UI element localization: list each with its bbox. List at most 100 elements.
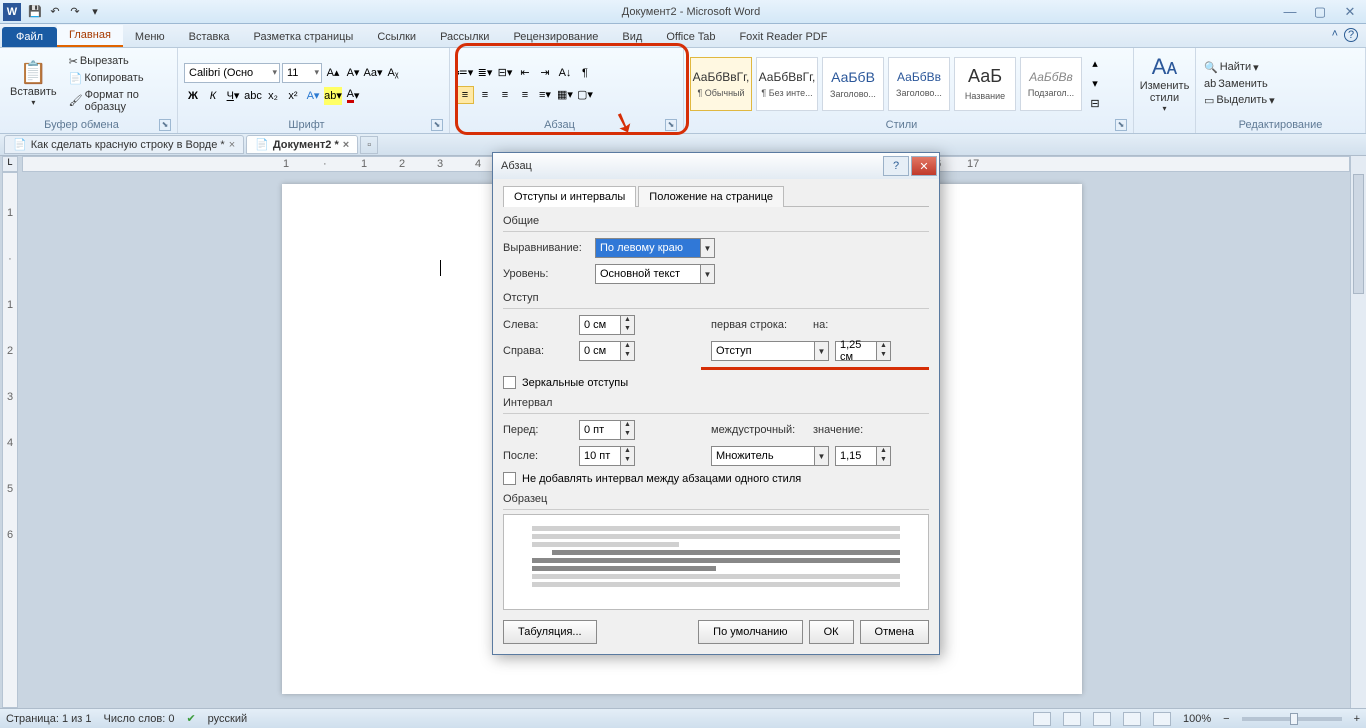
close-tab-icon[interactable]: × [229, 139, 235, 151]
scrollbar-thumb[interactable] [1353, 174, 1364, 294]
alignment-select[interactable]: По левому краю▼ [595, 238, 715, 258]
dialog-title-bar[interactable]: Абзац ? ✕ [493, 153, 939, 179]
line-spacing-select[interactable]: Множитель▼ [711, 446, 829, 466]
first-line-by-input[interactable]: 1,25 см▲▼ [835, 341, 891, 361]
save-icon[interactable]: 💾 [26, 3, 44, 21]
line-spacing-icon[interactable]: ≡▾ [536, 86, 554, 104]
align-center-icon[interactable]: ≡ [476, 86, 494, 104]
language-status[interactable]: русский [208, 713, 247, 725]
borders-icon[interactable]: ▢▾ [576, 86, 594, 104]
tab-mail[interactable]: Рассылки [428, 27, 501, 47]
zoom-level[interactable]: 100% [1183, 713, 1211, 725]
outline-view-icon[interactable] [1123, 712, 1141, 726]
italic-icon[interactable]: К [204, 87, 222, 105]
line-spacing-value-input[interactable]: 1,15▲▼ [835, 446, 891, 466]
align-right-icon[interactable]: ≡ [496, 86, 514, 104]
strike-icon[interactable]: abc [244, 87, 262, 105]
ruler-corner[interactable]: L [2, 156, 18, 172]
styles-more-icon[interactable]: ⊟ [1086, 95, 1104, 113]
style-subtitle[interactable]: АаБбВвПодзагол... [1020, 57, 1082, 111]
tab-view[interactable]: Вид [610, 27, 654, 47]
find-button[interactable]: 🔍Найти ▾ [1202, 60, 1359, 75]
indent-left-input[interactable]: 0 см▲▼ [579, 315, 635, 335]
grow-font-icon[interactable]: A▴ [324, 64, 342, 82]
tab-position[interactable]: Положение на странице [638, 186, 784, 207]
page-status[interactable]: Страница: 1 из 1 [6, 713, 92, 725]
clipboard-dialog-launcher[interactable]: ⬊ [159, 119, 171, 131]
paragraph-dialog-launcher[interactable]: ⬊ [665, 119, 677, 131]
subscript-icon[interactable]: x₂ [264, 87, 282, 105]
decrease-indent-icon[interactable]: ⇤ [516, 64, 534, 82]
maximize-icon[interactable]: ▢ [1308, 4, 1332, 20]
cancel-button[interactable]: Отмена [860, 620, 929, 644]
increase-indent-icon[interactable]: ⇥ [536, 64, 554, 82]
help-icon[interactable]: ? [1344, 28, 1358, 42]
change-styles-button[interactable]: Aᴀ Изменить стили ▾ [1138, 50, 1191, 117]
zoom-slider-knob[interactable] [1290, 713, 1298, 725]
shrink-font-icon[interactable]: A▾ [344, 64, 362, 82]
spell-check-icon[interactable]: ✔ [186, 712, 195, 725]
dialog-help-icon[interactable]: ? [883, 156, 909, 176]
word-count[interactable]: Число слов: 0 [104, 713, 175, 725]
close-icon[interactable]: ✕ [1338, 4, 1362, 20]
bold-icon[interactable]: Ж [184, 87, 202, 105]
vertical-ruler[interactable]: 1·123456 [2, 172, 18, 708]
tab-review[interactable]: Рецензирование [501, 27, 610, 47]
zoom-out-icon[interactable]: − [1223, 713, 1229, 725]
clear-formatting-icon[interactable]: Aᵪ [384, 64, 402, 82]
styles-up-icon[interactable]: ▴ [1086, 55, 1104, 73]
align-left-icon[interactable]: ≡ [456, 86, 474, 104]
no-space-same-style-checkbox[interactable] [503, 472, 516, 485]
copy-button[interactable]: 📄Копировать [67, 71, 173, 86]
highlight-icon[interactable]: ab▾ [324, 87, 342, 105]
print-layout-view-icon[interactable] [1033, 712, 1051, 726]
style-title[interactable]: АаБНазвание [954, 57, 1016, 111]
undo-icon[interactable]: ↶ [46, 3, 64, 21]
styles-dialog-launcher[interactable]: ⬊ [1115, 119, 1127, 131]
document-tab-2[interactable]: 📄Документ2 *× [246, 135, 358, 154]
paste-button[interactable]: 📋 Вставить ▾ [4, 50, 63, 117]
new-document-button[interactable]: ▫ [360, 136, 378, 154]
tabs-button[interactable]: Табуляция... [503, 620, 597, 644]
tab-menu[interactable]: Меню [123, 27, 177, 47]
shading-icon[interactable]: ▦▾ [556, 86, 574, 104]
redo-icon[interactable]: ↷ [66, 3, 84, 21]
zoom-in-icon[interactable]: + [1354, 713, 1360, 725]
ok-button[interactable]: ОК [809, 620, 854, 644]
tab-foxit[interactable]: Foxit Reader PDF [727, 27, 839, 47]
tab-indents[interactable]: Отступы и интервалы [503, 186, 636, 207]
tab-office[interactable]: Office Tab [654, 27, 727, 47]
close-tab-icon[interactable]: × [343, 139, 349, 151]
bullets-icon[interactable]: ≔▾ [456, 64, 474, 82]
tab-layout[interactable]: Разметка страницы [242, 27, 366, 47]
show-marks-icon[interactable]: ¶ [576, 64, 594, 82]
ribbon-minimize-icon[interactable]: ˄ [1332, 28, 1338, 42]
style-heading1[interactable]: АаБбВЗаголово... [822, 57, 884, 111]
justify-icon[interactable]: ≡ [516, 86, 534, 104]
spacing-after-input[interactable]: 10 пт▲▼ [579, 446, 635, 466]
dialog-close-icon[interactable]: ✕ [911, 156, 937, 176]
font-dialog-launcher[interactable]: ⬊ [431, 119, 443, 131]
spacing-before-input[interactable]: 0 пт▲▼ [579, 420, 635, 440]
tab-refs[interactable]: Ссылки [365, 27, 428, 47]
format-painter-button[interactable]: 🖌Формат по образцу [67, 88, 173, 114]
vertical-scrollbar[interactable] [1350, 156, 1366, 708]
replace-button[interactable]: abЗаменить [1202, 77, 1359, 91]
style-heading2[interactable]: АаБбВвЗаголово... [888, 57, 950, 111]
style-nospacing[interactable]: АаБбВвГг,¶ Без инте... [756, 57, 818, 111]
text-effects-icon[interactable]: A▾ [304, 87, 322, 105]
mirror-indents-checkbox[interactable] [503, 376, 516, 389]
draft-view-icon[interactable] [1153, 712, 1171, 726]
sort-icon[interactable]: A↓ [556, 64, 574, 82]
select-button[interactable]: ▭Выделить ▾ [1202, 93, 1359, 108]
superscript-icon[interactable]: x² [284, 87, 302, 105]
tab-file[interactable]: Файл [2, 27, 57, 47]
indent-right-input[interactable]: 0 см▲▼ [579, 341, 635, 361]
multilevel-list-icon[interactable]: ⊟▾ [496, 64, 514, 82]
outline-level-select[interactable]: Основной текст▼ [595, 264, 715, 284]
read-view-icon[interactable] [1063, 712, 1081, 726]
web-view-icon[interactable] [1093, 712, 1111, 726]
font-size-select[interactable]: 11 [282, 63, 322, 83]
cut-button[interactable]: ✂Вырезать [67, 54, 173, 69]
styles-down-icon[interactable]: ▾ [1086, 75, 1104, 93]
